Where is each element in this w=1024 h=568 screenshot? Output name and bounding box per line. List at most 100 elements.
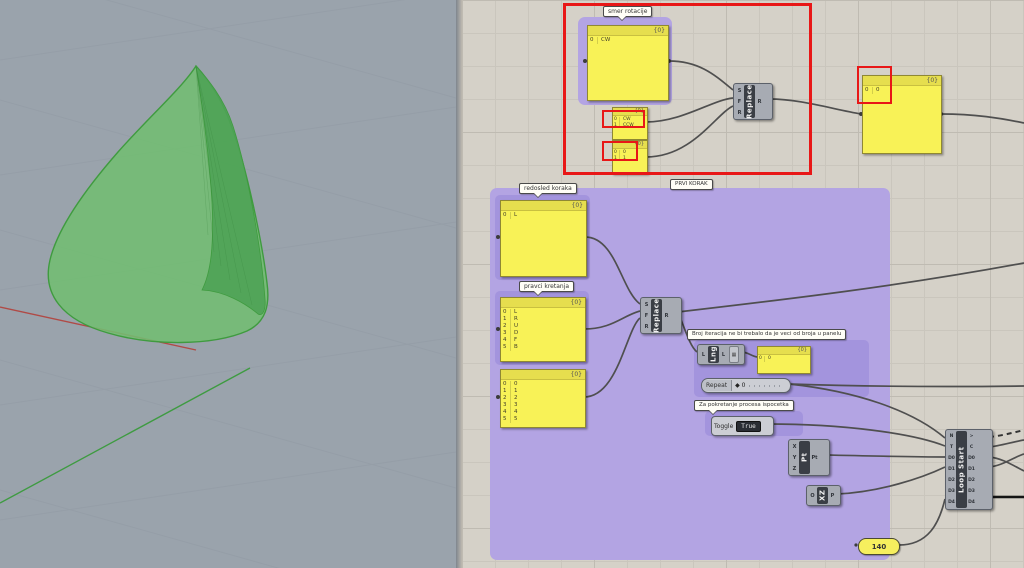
port-F[interactable]: F: [645, 313, 648, 319]
row-index: 0: [501, 309, 511, 316]
port-L[interactable]: L: [702, 352, 705, 358]
component-xz-plane[interactable]: O XZ P: [806, 485, 841, 506]
port-P[interactable]: P: [831, 493, 835, 499]
repeat-slider[interactable]: Repeat ◆ 0: [701, 378, 791, 393]
port-Y[interactable]: Y: [793, 455, 797, 461]
number-slider-capsule[interactable]: 140: [858, 538, 900, 555]
port-R[interactable]: R: [645, 324, 649, 330]
port-R[interactable]: R: [665, 313, 669, 319]
rhino-viewport[interactable]: [0, 0, 456, 568]
slider-label: Repeat: [702, 380, 732, 391]
output-ports: P: [828, 487, 837, 504]
port-D2[interactable]: D2: [968, 478, 975, 484]
panel-rows: 0L: [501, 211, 586, 276]
port-D4[interactable]: D4: [948, 500, 955, 506]
input-ports: NT D0 D1 D2 D3 D4: [947, 431, 956, 508]
row-index: 1: [501, 388, 511, 395]
row-value: 1: [511, 388, 518, 395]
panel-header: {0}: [501, 201, 586, 211]
component-replace-top[interactable]: SFR Replace R: [733, 83, 773, 120]
panel-row: 00: [758, 356, 810, 362]
panel-rows: 0CW1CCW: [613, 116, 647, 139]
row-index: 1: [613, 123, 620, 129]
input-ports: L: [699, 346, 708, 363]
component-list-length[interactable]: L Lng L ▦: [697, 344, 745, 365]
row-value: L: [511, 212, 517, 219]
panel-redosled[interactable]: {0} 0L: [500, 200, 587, 277]
output-ports: R: [755, 85, 764, 118]
port-L[interactable]: L: [722, 352, 725, 358]
port-D1[interactable]: D1: [948, 467, 955, 473]
row-index: 0: [501, 212, 511, 219]
viewport-3d-scene: [0, 0, 456, 568]
panel-row: 1R: [501, 316, 585, 323]
panel-row: 22: [501, 395, 585, 402]
component-loop-start[interactable]: NT D0 D1 D2 D3 D4 Loop Start > C D0 D1 D2 D3 D4: [945, 429, 993, 510]
panel-header: {0}: [758, 347, 810, 355]
panel-row: 0CW: [588, 37, 668, 44]
panel-row: 55: [501, 416, 585, 423]
output-ports: Pt: [810, 441, 819, 474]
port-T[interactable]: T: [950, 445, 953, 451]
component-construct-point[interactable]: XYZ Pt Pt: [788, 439, 830, 476]
panel-row: 3D: [501, 330, 585, 337]
input-ports: SFR: [642, 299, 651, 332]
row-value: CCW: [620, 123, 634, 129]
port-D4[interactable]: D4: [968, 500, 975, 506]
component-label: Replace: [651, 299, 662, 332]
panel-pravci[interactable]: {0} 0L1R2U3D4F5B: [500, 297, 586, 362]
label-pravci-kretanja: pravci kretanja: [519, 281, 574, 292]
panel-cw-ccw[interactable]: {0} 0CW1CCW: [612, 107, 648, 140]
port-C[interactable]: C: [970, 445, 973, 451]
panel-header: {0}: [501, 370, 585, 380]
port-D3[interactable]: D3: [948, 489, 955, 495]
port-R[interactable]: R: [758, 99, 762, 105]
port-D1[interactable]: D1: [968, 467, 975, 473]
slider-grip-icon: ◆: [735, 382, 740, 389]
slider-track[interactable]: [749, 385, 785, 387]
port-N[interactable]: N: [950, 434, 954, 440]
component-label: Loop Start: [956, 431, 967, 508]
row-value: 4: [511, 409, 518, 416]
component-label: Pt: [799, 441, 810, 474]
panel-numbers[interactable]: {0} 001122334455: [500, 369, 586, 428]
panel-rows: 0L1R2U3D4F5B: [501, 308, 585, 361]
panel-row: 11: [613, 156, 647, 162]
label-smer-rotacije: smer rotacije: [603, 6, 652, 17]
row-value: 0: [511, 381, 518, 388]
port-O[interactable]: O: [810, 493, 814, 499]
port-S[interactable]: S: [738, 88, 742, 94]
row-index: 0: [758, 356, 765, 362]
panel-zero-one[interactable]: {0} 0011: [612, 140, 648, 174]
port-Z[interactable]: Z: [793, 466, 797, 472]
boolean-toggle[interactable]: Toggle True: [711, 416, 774, 436]
reparam-icon[interactable]: ▦: [729, 346, 739, 363]
port-F[interactable]: F: [738, 99, 741, 105]
port-R[interactable]: R: [738, 110, 742, 116]
panel-length[interactable]: {0} 00: [757, 346, 811, 374]
row-index: 1: [501, 316, 511, 323]
row-index: 2: [501, 395, 511, 402]
port-S[interactable]: S: [645, 302, 649, 308]
port-D2[interactable]: D2: [948, 478, 955, 484]
port-X[interactable]: X: [793, 444, 797, 450]
row-index: 4: [501, 337, 511, 344]
port-D3[interactable]: D3: [968, 489, 975, 495]
panel-rows: 00: [758, 355, 810, 373]
panel-header: {0}: [863, 76, 941, 86]
toggle-value[interactable]: True: [736, 421, 760, 432]
row-value: F: [511, 337, 517, 344]
port-Pt[interactable]: Pt: [811, 455, 817, 461]
toggle-label: Toggle: [714, 423, 733, 430]
port->[interactable]: >: [970, 434, 974, 440]
row-value: 0: [765, 356, 771, 362]
panel-smer-big[interactable]: {0} 0CW: [587, 25, 669, 101]
component-replace-mid[interactable]: SFR Replace R: [640, 297, 682, 334]
row-value: 1: [620, 156, 626, 162]
input-ports: XYZ: [790, 441, 799, 474]
port-D0[interactable]: D0: [968, 456, 975, 462]
panel-result-top[interactable]: {0} 00: [862, 75, 942, 154]
slider-grip[interactable]: ◆ 0: [732, 382, 748, 389]
panel-header: {0}: [501, 298, 585, 308]
port-D0[interactable]: D0: [948, 456, 955, 462]
